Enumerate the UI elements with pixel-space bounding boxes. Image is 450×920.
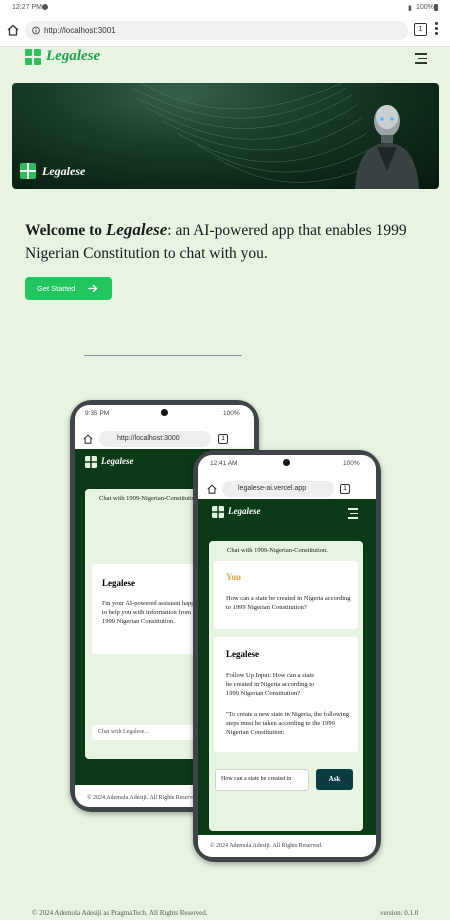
brand-name[interactable]: Legalese (46, 48, 100, 65)
welcome-brand: Legalese (105, 220, 168, 239)
phone-front-screen: 12:41 AM 100% legalese-ai.vercel.app 1 L… (198, 455, 376, 857)
page-copyright: © 2024 Ademola Adesiji as PragmaTech. Al… (32, 909, 208, 917)
phone-front-brand: Legalese (228, 506, 261, 516)
url-text: http://localhost:3001 (44, 26, 116, 35)
phone-front-user-name: You (226, 572, 242, 582)
banner-brand: Legalese (42, 164, 86, 178)
phone-back-bot-text: I'm your AI-powered assistant happy to h… (102, 600, 198, 625)
phone-front-bot-text-1: Follow Up Input: How can a state be crea… (226, 672, 315, 697)
phone-front-bot-name: Legalese (226, 649, 259, 659)
phone-back-input-placeholder: Chat with Legalese... (98, 729, 149, 735)
brand-logo-icon[interactable] (25, 49, 42, 66)
tab-switcher-button[interactable]: 1 (414, 23, 427, 36)
phone-front-user-message: You How can a state be created in Nigeri… (214, 561, 358, 629)
browser-toolbar: http://localhost:3001 1 (0, 16, 450, 47)
phone-back-address-bar: http://localhost:3000 (99, 431, 211, 447)
get-started-label: Get Started (37, 284, 76, 293)
phone-mockup-front: 12:41 AM 100% legalese-ai.vercel.app 1 L… (193, 450, 381, 862)
notification-icon (42, 4, 48, 10)
address-bar[interactable]: http://localhost:3001 (25, 21, 408, 40)
app-version: version: 0.1.0 (380, 909, 419, 917)
browser-menu-icon[interactable] (435, 22, 439, 37)
phone-front-chat-title: Chat with 1999-Nigerian-Constitution. (227, 547, 328, 554)
phone-front-input-value: How can a state be created in (221, 776, 292, 782)
phone-back-time: 9:35 PM (85, 410, 110, 417)
hamburger-menu-icon[interactable] (415, 53, 427, 67)
info-icon[interactable] (32, 26, 40, 35)
phone-back-url: http://localhost:3000 (117, 435, 180, 442)
phone-back-brand: Legalese (101, 456, 134, 466)
status-time: 12:27 PM (12, 4, 42, 11)
phone-back-home-icon (83, 434, 93, 444)
banner-logo-icon (20, 163, 36, 179)
phone-back-tab-count: 1 (218, 434, 228, 444)
camera-notch (161, 409, 168, 416)
phone-front-url: legalese-ai.vercel.app (238, 485, 307, 492)
divider (84, 355, 242, 356)
phone-front-time: 12:41 AM (210, 460, 238, 467)
phone-back-bot-name: Legalese (102, 578, 135, 588)
phone-front-logo-icon (212, 506, 224, 518)
phone-front-chat-input: How can a state be created in (215, 769, 309, 791)
phone-front-home-icon (207, 484, 217, 494)
status-bar: 12:27 PM ▮ 100% (0, 0, 450, 16)
welcome-prefix: Welcome to (25, 222, 103, 239)
phone-front-app: Legalese Chat with 1999-Nigerian-Constit… (198, 499, 376, 835)
get-started-button[interactable]: Get Started (25, 277, 112, 300)
phone-back-logo-icon (85, 456, 97, 468)
phone-front-tab-count: 1 (340, 484, 350, 494)
hero-banner: Legalese (12, 83, 439, 189)
camera-notch (283, 459, 290, 466)
phone-front-bot-message: Legalese Follow Up Input: How can a stat… (214, 637, 358, 752)
home-icon[interactable] (7, 24, 19, 36)
phone-front-menu-icon (348, 508, 358, 522)
battery-icon (434, 4, 438, 11)
welcome-text: Welcome to Legalese: an AI-powered app t… (25, 218, 420, 265)
phone-front-ask-button: Ask (316, 769, 353, 790)
phone-front-bot-text-2: "To create a new state in Nigeria, the f… (226, 711, 349, 736)
robot-judge-illustration (355, 105, 419, 189)
phone-front-footer: © 2024 Ademola Adesiji. All Rights Reser… (210, 843, 323, 849)
phone-back-chat-title: Chat with 1999-Nigerian-Constitution. (99, 495, 200, 502)
phone-back-battery: 100% (223, 410, 240, 417)
phone-front-user-text: How can a state be created in Nigeria ac… (226, 595, 351, 611)
phone-back-footer: © 2024 Ademola Adesiji. All Rights Reser… (87, 795, 200, 801)
battery-text: 100% (416, 4, 434, 11)
phone-front-address-bar: legalese-ai.vercel.app (222, 481, 334, 497)
phone-front-battery: 100% (343, 460, 360, 467)
arrow-right-icon (88, 284, 98, 293)
phone-front-chat-card: Chat with 1999-Nigerian-Constitution. Yo… (209, 541, 363, 831)
signal-icon: ▮ (408, 5, 412, 12)
